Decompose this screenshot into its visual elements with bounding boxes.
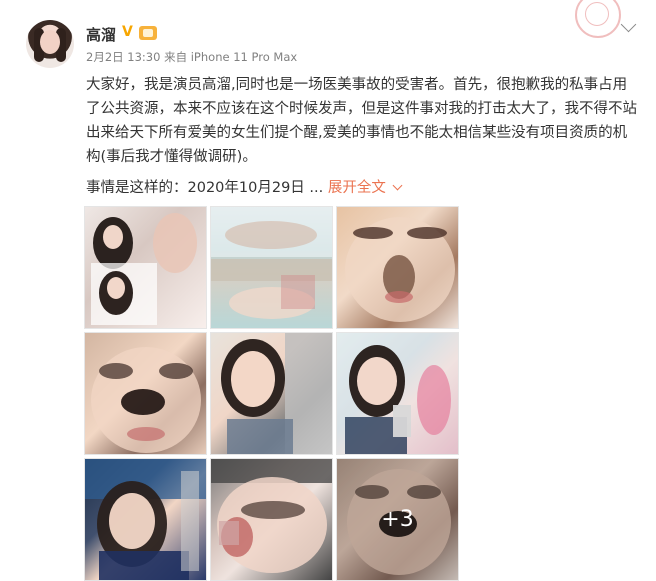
expand-label: 展开全文 — [327, 180, 386, 196]
image-grid: +3 — [84, 206, 462, 581]
photo-shape — [181, 471, 199, 571]
photo-shape — [231, 351, 275, 407]
photo-shape — [227, 419, 293, 454]
photo-thumb-7[interactable] — [84, 458, 207, 581]
weibo-post: 高溜 V 2月2日 13:30 来自 iPhone 11 Pro Max 大家好… — [0, 0, 656, 581]
watermark-stamp — [575, 0, 621, 38]
photo-thumb-8[interactable] — [210, 458, 333, 581]
photo-shape — [357, 357, 397, 405]
photo-shape — [99, 551, 189, 580]
expand-full-text-link[interactable]: 展开全文 — [327, 180, 403, 196]
post-more-prefix: 事情是这样的：2020年10月29日 ... — [86, 180, 324, 196]
post-more-line: 事情是这样的：2020年10月29日 ... 展开全文 — [86, 176, 403, 197]
photo-shape — [109, 493, 155, 549]
username[interactable]: 高溜 — [86, 24, 116, 45]
more-photos-overlay[interactable]: +3 — [337, 459, 458, 580]
post-meta: 2月2日 13:30 来自 iPhone 11 Pro Max — [86, 50, 298, 64]
photo-shape — [99, 363, 133, 379]
photo-shape — [393, 405, 411, 437]
photo-shape — [159, 363, 193, 379]
photo-shape — [281, 275, 315, 309]
expand-chevron-icon — [392, 180, 403, 191]
photo-shape — [417, 365, 451, 435]
photo-shape — [219, 521, 239, 545]
post-content: 大家好，我是演员高溜,同时也是一场医美事故的受害者。首先，很抱歉我的私事占用了公… — [86, 73, 638, 169]
verified-v-icon: V — [122, 24, 133, 40]
photo-shape — [127, 427, 165, 441]
photo-shape — [121, 389, 165, 415]
photo-shape — [153, 213, 197, 273]
photo-thumb-1[interactable] — [84, 206, 207, 329]
photo-shape — [385, 291, 413, 303]
photo-thumb-9[interactable]: +3 — [336, 458, 459, 581]
photo-thumb-5[interactable] — [210, 332, 333, 455]
photo-thumb-6[interactable] — [336, 332, 459, 455]
more-photos-count: +3 — [381, 507, 414, 532]
photo-thumb-2[interactable] — [210, 206, 333, 329]
chevron-down-icon[interactable] — [620, 16, 637, 33]
photo-thumb-4[interactable] — [84, 332, 207, 455]
photo-shape — [103, 225, 123, 249]
photo-shape — [107, 277, 125, 299]
photo-shape — [407, 227, 447, 239]
photo-shape — [225, 221, 317, 249]
photo-thumb-3[interactable] — [336, 206, 459, 329]
avatar[interactable] — [26, 20, 74, 68]
post-text: 大家好，我是演员高溜,同时也是一场医美事故的受害者。首先，很抱歉我的私事占用了公… — [86, 77, 637, 165]
member-badge-icon — [139, 26, 157, 40]
avatar-face — [40, 30, 60, 54]
photo-shape — [353, 227, 393, 239]
photo-shape — [241, 501, 305, 519]
